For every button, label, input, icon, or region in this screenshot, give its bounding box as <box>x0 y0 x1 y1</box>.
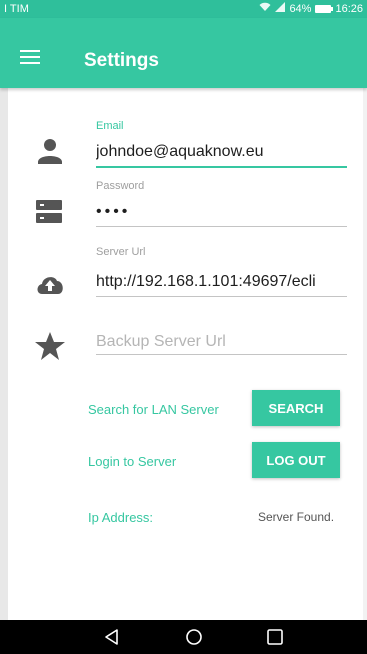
password-label: Password <box>96 180 145 192</box>
server-url-field[interactable] <box>96 270 347 294</box>
recents-square-icon[interactable] <box>255 620 295 654</box>
screen-frame-left <box>0 0 8 620</box>
page-title: Settings <box>84 50 159 71</box>
carrier-name: I TIM <box>4 3 29 15</box>
status-bar: I TIM 64% 16:26 <box>0 0 367 18</box>
status-bar-right: 64% 16:26 <box>259 2 363 15</box>
email-underline <box>96 166 347 168</box>
app-bar: Settings <box>0 18 367 88</box>
search-lan-label: Search for LAN Server <box>88 402 219 417</box>
ip-address-label: Ip Address: <box>88 510 154 525</box>
cloud-upload-icon <box>34 268 66 300</box>
clock-time: 16:26 <box>335 2 363 15</box>
email-label: Email <box>96 120 124 132</box>
battery-percent: 64% <box>289 2 312 15</box>
server-icon <box>34 196 66 228</box>
backup-server-url-field[interactable] <box>96 330 347 354</box>
home-circle-icon[interactable] <box>174 620 214 654</box>
wifi-icon <box>259 2 271 15</box>
login-server-label: Login to Server <box>88 454 177 469</box>
navigation-bar <box>0 620 367 654</box>
logout-button[interactable]: LOG OUT <box>252 442 340 478</box>
search-button[interactable]: SEARCH <box>252 390 340 426</box>
password-field[interactable]: •••• <box>96 200 347 224</box>
backup-server-url-underline <box>96 354 347 355</box>
password-underline <box>96 226 347 227</box>
ip-address-value: Server Found. <box>258 510 335 524</box>
screen-frame-right <box>363 0 367 620</box>
email-field[interactable] <box>96 140 347 164</box>
server-url-label: Server Url <box>96 246 146 258</box>
star-icon <box>34 330 66 362</box>
person-icon <box>34 136 66 168</box>
battery-icon <box>315 4 334 13</box>
hamburger-menu-icon[interactable] <box>20 50 40 64</box>
server-url-underline <box>96 296 347 297</box>
back-triangle-icon[interactable] <box>92 620 132 654</box>
signal-icon <box>275 2 286 15</box>
